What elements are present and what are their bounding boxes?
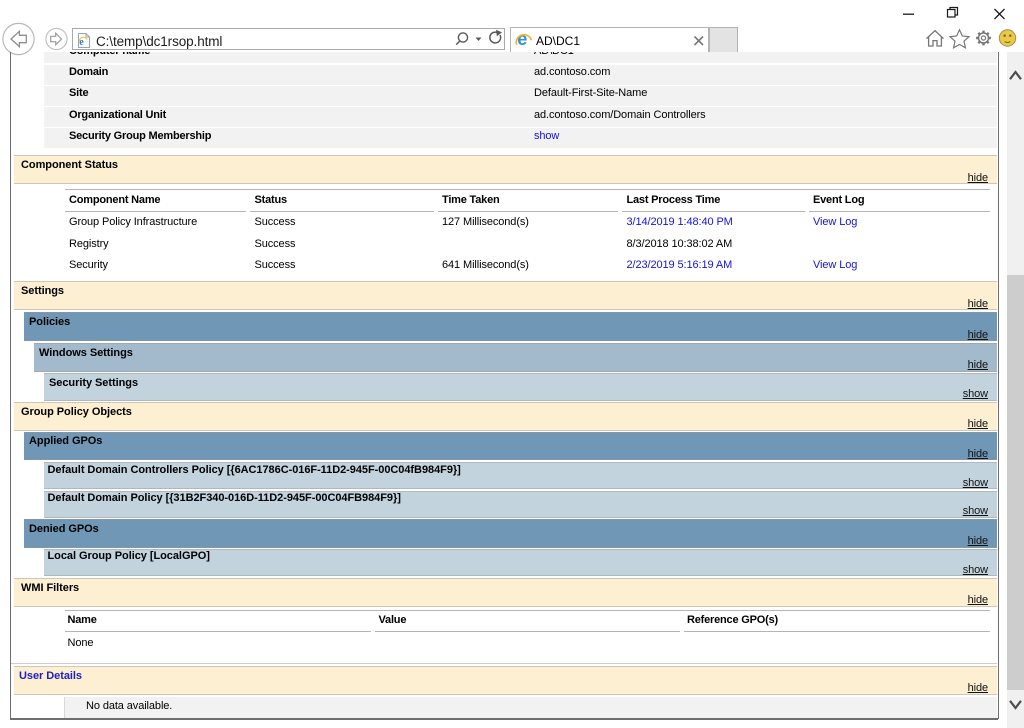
- svg-text:e: e: [517, 29, 527, 49]
